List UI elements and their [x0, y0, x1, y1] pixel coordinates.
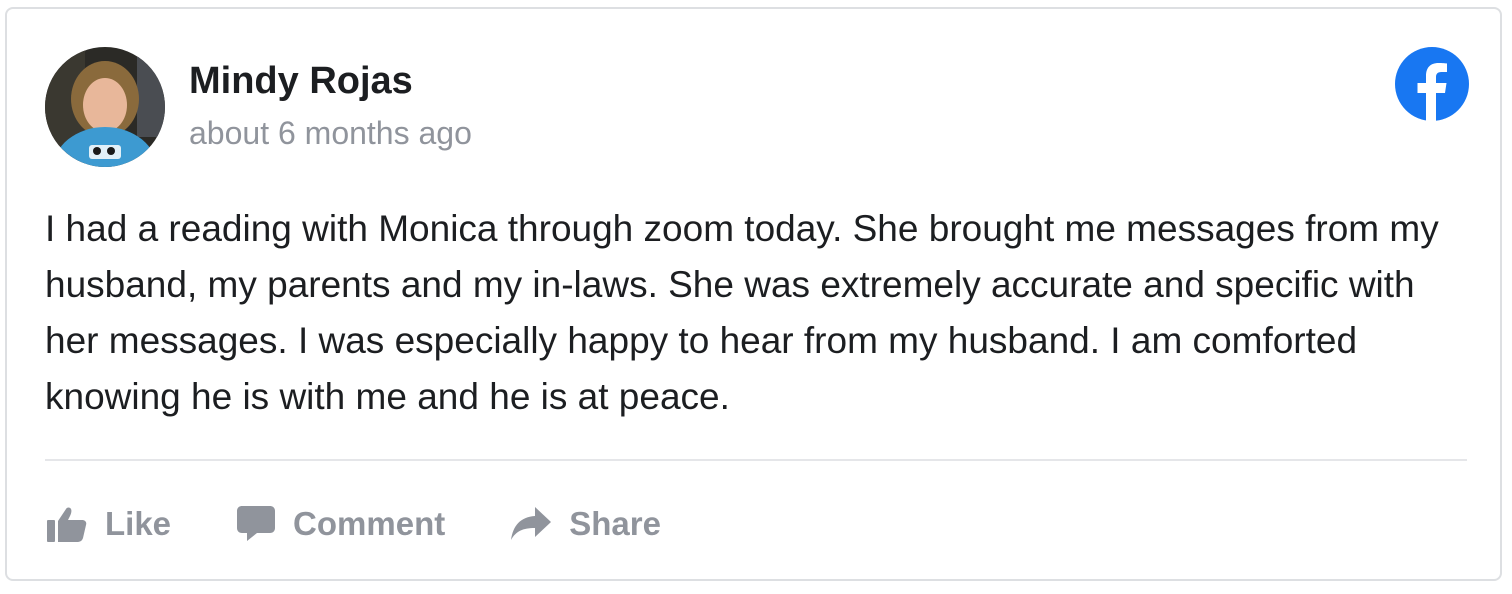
like-label: Like	[105, 505, 172, 542]
share-label: Share	[569, 505, 661, 542]
action-bar: Like Comment Share	[47, 499, 727, 549]
share-arrow-icon	[511, 507, 552, 541]
speech-bubble-icon	[237, 506, 276, 542]
post-timestamp[interactable]: about 6 months ago	[189, 113, 472, 153]
share-button[interactable]: Share	[511, 505, 661, 543]
like-button[interactable]: Like	[47, 505, 171, 543]
comment-button[interactable]: Comment	[237, 505, 445, 543]
review-card: Mindy Rojas about 6 months ago I had a r…	[5, 7, 1502, 581]
thumbs-up-icon	[47, 506, 87, 542]
divider	[45, 459, 1467, 461]
avatar[interactable]	[45, 47, 165, 167]
author-name[interactable]: Mindy Rojas	[189, 59, 413, 103]
post-text: I had a reading with Monica through zoom…	[45, 208, 1439, 417]
facebook-icon[interactable]	[1395, 47, 1469, 121]
comment-label: Comment	[293, 505, 446, 542]
avatar-image	[45, 47, 165, 167]
